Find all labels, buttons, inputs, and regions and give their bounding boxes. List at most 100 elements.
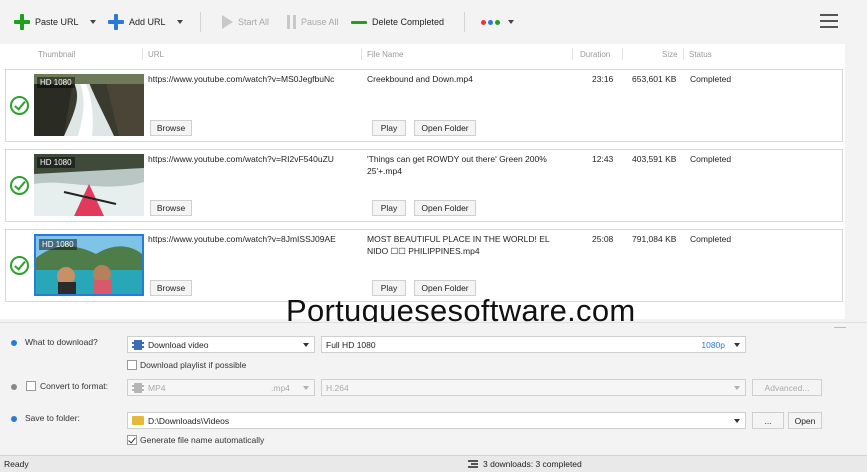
chevron-down-icon (734, 419, 740, 423)
column-header-size[interactable]: Size (662, 50, 678, 59)
blue-dot-icon (488, 19, 493, 25)
add-url-dropdown-icon[interactable] (177, 20, 183, 24)
video-thumbnail: HD 1080 (34, 74, 144, 136)
toolbar: Paste URL Add URL Start All Pause All De… (0, 0, 867, 44)
app-window: Paste URL Add URL Start All Pause All De… (0, 0, 867, 472)
format-ext: .mp4 (271, 383, 290, 393)
play-icon (222, 15, 233, 29)
bullet-icon (11, 384, 17, 390)
download-row[interactable]: HD 1080 https://www.youtube.com/watch?v=… (5, 69, 843, 142)
hd-badge: HD 1080 (37, 77, 75, 88)
download-type-select[interactable]: Download video (127, 336, 315, 353)
save-folder-select[interactable]: D:\Downloads\Videos (127, 412, 746, 429)
what-to-download-label: What to download? (25, 337, 98, 347)
paste-url-button[interactable]: Paste URL (14, 12, 79, 32)
row-size: 653,601 KB (632, 74, 677, 84)
format-select[interactable]: MP4 .mp4 (127, 379, 315, 396)
color-theme-dropdown-icon[interactable] (508, 20, 514, 24)
color-theme-button[interactable] (481, 12, 500, 32)
row-duration: 23:16 (592, 74, 614, 84)
delete-completed-label: Delete Completed (372, 17, 445, 27)
convert-format-checkbox[interactable] (26, 381, 36, 391)
add-url-button[interactable]: Add URL (108, 12, 166, 32)
row-url: https://www.youtube.com/watch?v=8JmISSJ0… (148, 234, 336, 244)
toolbar-separator (464, 12, 465, 32)
quality-select[interactable]: Full HD 1080 1080p (321, 336, 746, 353)
status-bar: Ready 3 downloads: 3 completed (0, 455, 867, 472)
download-row[interactable]: HD 1080 https://www.youtube.com/watch?v=… (5, 229, 843, 302)
toolbar-separator (200, 12, 201, 32)
film-icon (132, 339, 144, 350)
column-header-duration[interactable]: Duration (580, 50, 610, 59)
column-header-thumbnail[interactable]: Thumbnail (38, 50, 75, 59)
film-icon (132, 382, 144, 393)
start-all-button[interactable]: Start All (222, 12, 269, 32)
row-url: https://www.youtube.com/watch?v=MS0Jegfb… (148, 74, 335, 84)
list-icon-middle (471, 463, 478, 465)
generate-name-checkbox[interactable] (127, 435, 137, 445)
bullet-icon (11, 416, 17, 422)
open-folder-button[interactable]: Open Folder (414, 200, 476, 216)
open-folder-button[interactable]: Open (788, 412, 822, 429)
row-status: Completed (690, 74, 732, 84)
convert-format-label: Convert to format: (40, 381, 109, 391)
generate-name-label: Generate file name automatically (140, 435, 265, 445)
completed-check-icon (10, 176, 29, 195)
video-thumbnail: HD 1080 (34, 154, 144, 216)
menu-icon[interactable] (820, 14, 838, 30)
play-button[interactable]: Play (372, 200, 406, 216)
start-all-label: Start All (238, 17, 270, 27)
browse-button[interactable]: Browse (150, 280, 192, 296)
video-thumbnail: HD 1080 (34, 234, 144, 296)
paste-url-label: Paste URL (35, 17, 79, 27)
column-header-url[interactable]: URL (148, 50, 164, 59)
status-ready: Ready (4, 459, 29, 469)
row-url: https://www.youtube.com/watch?v=RI2vF540… (148, 154, 334, 164)
chevron-down-icon (734, 343, 740, 347)
delete-completed-button[interactable]: Delete Completed (351, 12, 444, 32)
format-value: MP4 (148, 382, 166, 393)
download-row[interactable]: HD 1080 https://www.youtube.com/watch?v=… (5, 149, 843, 222)
download-list: Thumbnail URL File Name Duration Size St… (0, 44, 845, 319)
paste-url-dropdown-icon[interactable] (90, 20, 96, 24)
completed-check-icon (10, 96, 29, 115)
add-url-label: Add URL (129, 17, 166, 27)
play-button[interactable]: Play (372, 120, 406, 136)
browse-button[interactable]: Browse (150, 200, 192, 216)
chevron-down-icon (303, 386, 309, 390)
download-playlist-checkbox[interactable] (127, 360, 137, 370)
row-status: Completed (690, 154, 732, 164)
row-size: 403,591 KB (632, 154, 677, 164)
row-file-name: 'Things can get ROWDY out there' Green 2… (367, 154, 547, 176)
column-header-status[interactable]: Status (689, 50, 712, 59)
bullet-icon (11, 340, 17, 346)
download-type-value: Download video (148, 339, 209, 350)
codec-select[interactable]: H.264 (321, 379, 746, 396)
save-folder-label: Save to folder: (25, 413, 80, 423)
row-duration: 25:08 (592, 234, 614, 244)
row-size: 791,084 KB (632, 234, 677, 244)
green-dot-icon (495, 19, 500, 25)
browse-button[interactable]: Browse (150, 120, 192, 136)
open-folder-button[interactable]: Open Folder (414, 120, 476, 136)
column-header-file-name[interactable]: File Name (367, 50, 403, 59)
row-file-name: MOST BEAUTIFUL PLACE IN THE WORLD! EL NI… (367, 234, 550, 256)
quality-value: Full HD 1080 (326, 339, 376, 350)
splitter-handle[interactable] (834, 327, 846, 328)
column-separator (142, 48, 143, 60)
quality-badge: 1080p (701, 340, 725, 350)
save-folder-value: D:\Downloads\Videos (148, 415, 230, 426)
completed-check-icon (10, 256, 29, 275)
plus-icon (108, 14, 124, 30)
row-duration: 12:43 (592, 154, 614, 164)
hd-badge: HD 1080 (37, 157, 75, 168)
advanced-button[interactable]: Advanced... (752, 379, 822, 396)
red-dot-icon (481, 19, 486, 25)
chevron-down-icon (734, 386, 740, 390)
download-playlist-label: Download playlist if possible (140, 360, 247, 370)
column-separator (361, 48, 362, 60)
options-panel: What to download? Download video Full HD… (0, 322, 867, 455)
browse-folder-button[interactable]: ... (752, 412, 784, 429)
pause-all-button[interactable]: Pause All (287, 12, 339, 32)
column-separator (572, 48, 573, 60)
